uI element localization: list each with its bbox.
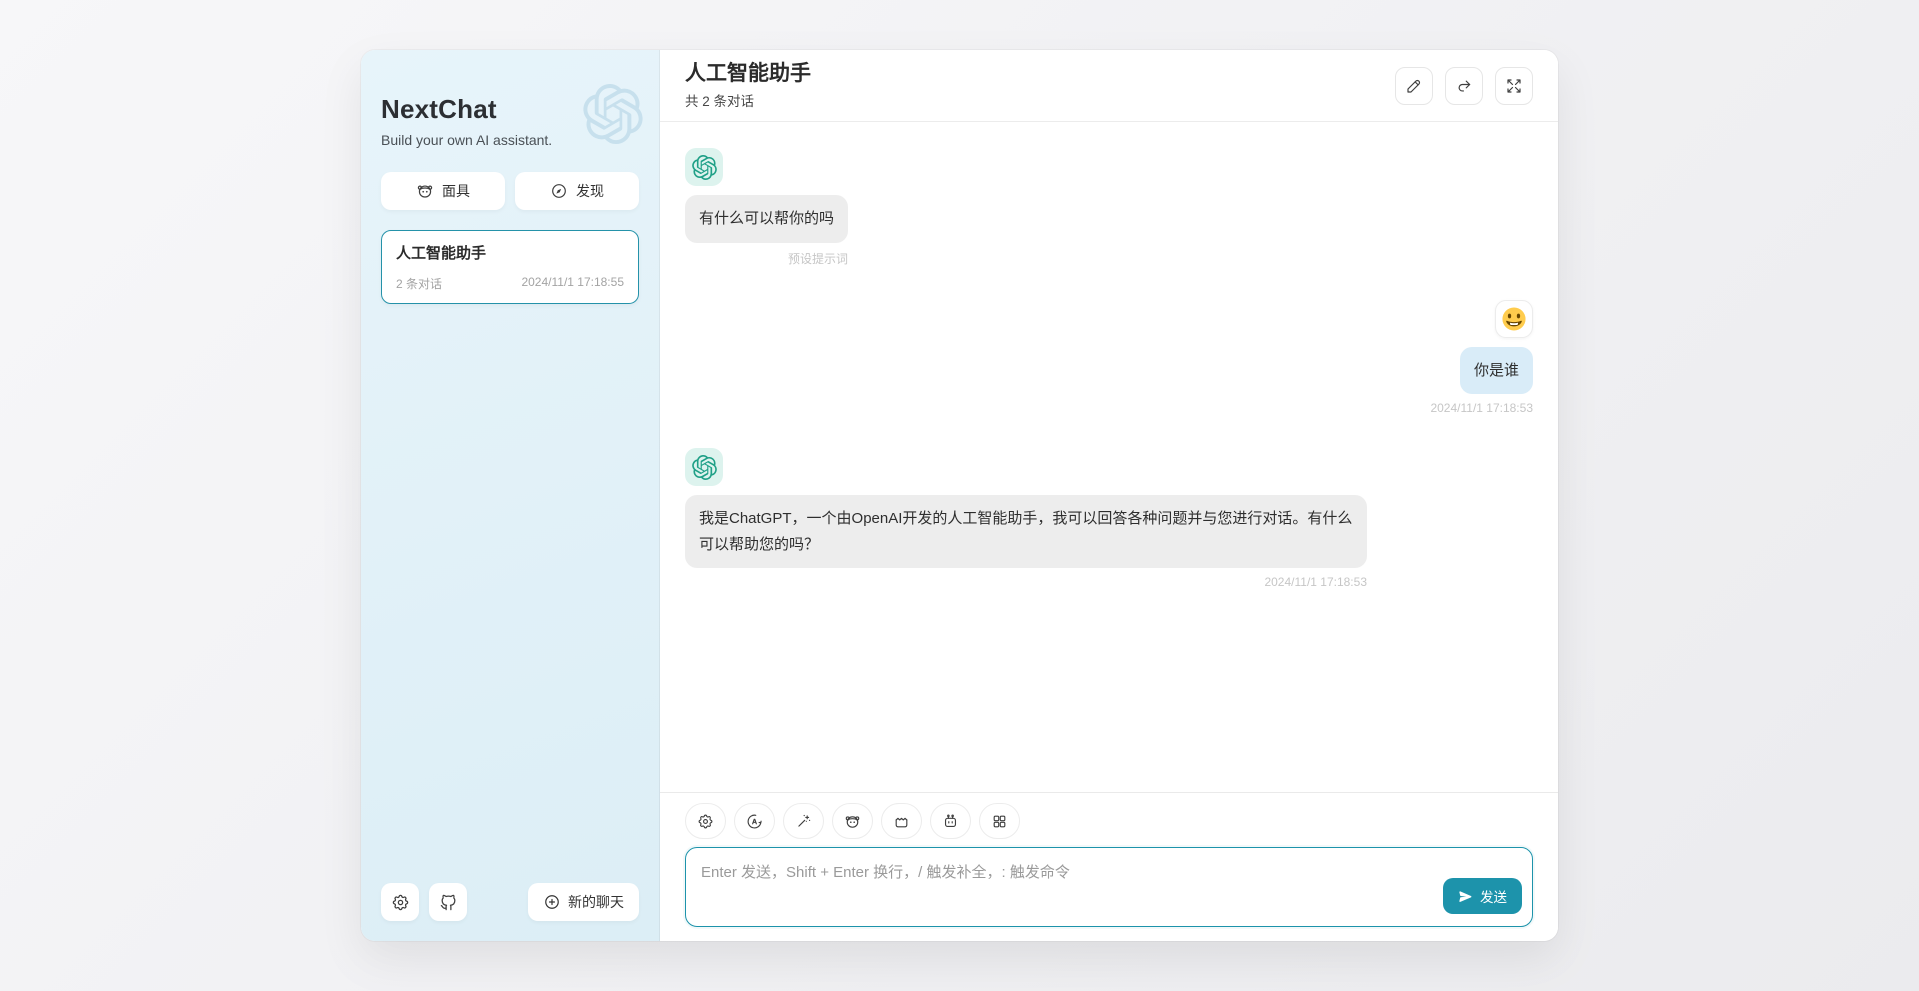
user-avatar <box>1495 300 1533 338</box>
plugins-button[interactable] <box>979 803 1020 839</box>
settings-gear-icon <box>697 813 714 830</box>
openai-logo-watermark <box>583 84 643 144</box>
message-assistant: 有什么可以帮你的吗 预设提示词 <box>685 148 1533 267</box>
rename-button[interactable] <box>1395 67 1433 105</box>
message-bubble[interactable]: 你是谁 <box>1460 347 1533 395</box>
maximize-button[interactable] <box>1495 67 1533 105</box>
assistant-avatar <box>685 448 723 486</box>
discover-icon <box>550 182 568 200</box>
robot-icon <box>942 813 959 830</box>
github-button[interactable] <box>429 883 467 921</box>
discover-button[interactable]: 发现 <box>515 172 639 210</box>
app-window: NextChat Build your own AI assistant. 面具… <box>361 50 1558 941</box>
send-button[interactable]: 发送 <box>1443 878 1522 914</box>
chat-input-toolbar <box>685 803 1533 839</box>
grinning-face-emoji-icon <box>1501 306 1527 332</box>
settings-button[interactable] <box>381 883 419 921</box>
chat-item-date: 2024/11/1 17:18:55 <box>521 275 624 292</box>
mask-icon <box>416 182 434 200</box>
chat-header: 人工智能助手 共 2 条对话 <box>660 50 1558 122</box>
magic-wand-icon <box>795 813 812 830</box>
message-user: 你是谁 2024/11/1 17:18:53 <box>685 300 1533 416</box>
masks-button[interactable]: 面具 <box>381 172 505 210</box>
settings-gear-icon <box>391 893 410 912</box>
chat-list-item[interactable]: 人工智能助手 2 条对话 2024/11/1 17:18:55 <box>381 230 639 304</box>
send-button-label: 发送 <box>1480 886 1507 906</box>
chat-item-count: 2 条对话 <box>396 275 442 292</box>
clear-context-button[interactable] <box>881 803 922 839</box>
github-icon <box>439 893 458 912</box>
message-bubble[interactable]: 有什么可以帮你的吗 <box>685 195 848 243</box>
message-list: 有什么可以帮你的吗 预设提示词 你是谁 2024/11/1 17:18:53 <box>660 122 1558 792</box>
chat-title[interactable]: 人工智能助手 <box>685 61 811 87</box>
openai-logo-icon <box>692 455 717 480</box>
clear-context-icon <box>893 813 910 830</box>
header-actions <box>1395 67 1533 105</box>
sidebar-footer: 新的聊天 <box>381 883 639 921</box>
maximize-icon <box>1505 77 1523 95</box>
message-timestamp: 2024/11/1 17:18:53 <box>1264 575 1367 589</box>
new-chat-button[interactable]: 新的聊天 <box>528 883 639 921</box>
chat-settings-button[interactable] <box>685 803 726 839</box>
pencil-icon <box>1405 77 1423 95</box>
chat-main: 人工智能助手 共 2 条对话 有什 <box>660 50 1558 941</box>
masks-button-label: 面具 <box>442 181 470 201</box>
theme-button[interactable] <box>734 803 775 839</box>
chat-list: 人工智能助手 2 条对话 2024/11/1 17:18:55 <box>381 230 639 883</box>
export-button[interactable] <box>1445 67 1483 105</box>
sidebar: NextChat Build your own AI assistant. 面具… <box>361 50 660 941</box>
chat-header-text: 人工智能助手 共 2 条对话 <box>685 61 811 110</box>
paper-plane-icon <box>1458 889 1473 904</box>
prompts-button[interactable] <box>783 803 824 839</box>
message-meta: 预设提示词 <box>788 250 848 267</box>
grid-icon <box>991 813 1008 830</box>
plus-circle-icon <box>543 893 561 911</box>
input-panel: 发送 <box>660 792 1558 941</box>
mask-toolbar-button[interactable] <box>832 803 873 839</box>
share-icon <box>1455 77 1473 95</box>
new-chat-label: 新的聊天 <box>568 892 624 912</box>
chat-input[interactable] <box>686 848 1532 926</box>
discover-button-label: 发现 <box>576 181 604 201</box>
chat-item-info: 2 条对话 2024/11/1 17:18:55 <box>396 275 624 292</box>
mask-icon <box>844 813 861 830</box>
message-bubble[interactable]: 我是ChatGPT，一个由OpenAI开发的人工智能助手，我可以回答各种问题并与… <box>685 495 1367 568</box>
auto-theme-icon <box>746 813 763 830</box>
chat-subtitle: 共 2 条对话 <box>685 90 811 110</box>
chat-item-title: 人工智能助手 <box>396 242 624 263</box>
message-timestamp: 2024/11/1 17:18:53 <box>1430 401 1533 415</box>
openai-logo-icon <box>692 155 717 180</box>
model-button[interactable] <box>930 803 971 839</box>
message-assistant: 我是ChatGPT，一个由OpenAI开发的人工智能助手，我可以回答各种问题并与… <box>685 448 1533 589</box>
composer: 发送 <box>685 847 1533 927</box>
sidebar-actions: 面具 发现 <box>381 172 639 210</box>
assistant-avatar <box>685 148 723 186</box>
